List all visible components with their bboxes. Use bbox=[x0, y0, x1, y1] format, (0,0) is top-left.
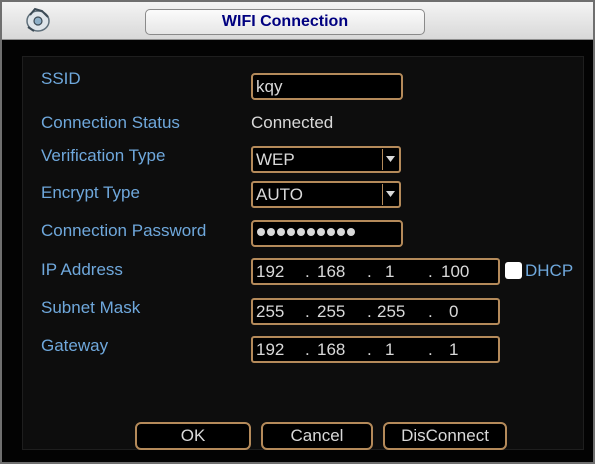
ssid-input[interactable]: kqy bbox=[251, 73, 403, 100]
subnet-octet-3[interactable]: 255 bbox=[377, 302, 405, 322]
password-dot bbox=[287, 228, 295, 236]
ip-dot: . bbox=[428, 340, 433, 359]
window-title: WIFI Connection bbox=[145, 9, 425, 35]
password-dot bbox=[267, 228, 275, 236]
ip-octet-1[interactable]: 192 bbox=[256, 262, 284, 282]
disconnect-button[interactable]: DisConnect bbox=[383, 422, 507, 450]
encrypt-type-label: Encrypt Type bbox=[41, 183, 140, 202]
ip-address-input[interactable]: 192 . 168 . 1 . 100 bbox=[251, 258, 500, 285]
password-dot bbox=[347, 228, 355, 236]
verification-type-label: Verification Type bbox=[41, 146, 166, 165]
ip-octet-3[interactable]: 1 bbox=[385, 262, 394, 282]
connection-status-value: Connected bbox=[251, 113, 334, 132]
ip-address-label: IP Address bbox=[41, 260, 123, 279]
password-dot bbox=[307, 228, 315, 236]
ssid-label: SSID bbox=[41, 69, 81, 88]
gateway-octet-4[interactable]: 1 bbox=[449, 340, 458, 360]
subnet-octet-2[interactable]: 255 bbox=[317, 302, 345, 322]
password-mask bbox=[257, 228, 355, 236]
dhcp-label: DHCP bbox=[525, 261, 574, 280]
wifi-connection-dialog: WIFI Connection SSID kqy Connection Stat… bbox=[0, 0, 595, 464]
subnet-octet-1[interactable]: 255 bbox=[256, 302, 284, 322]
password-dot bbox=[277, 228, 285, 236]
password-dot bbox=[257, 228, 265, 236]
gateway-octet-2[interactable]: 168 bbox=[317, 340, 345, 360]
gateway-octet-1[interactable]: 192 bbox=[256, 340, 284, 360]
encrypt-type-select[interactable]: AUTO bbox=[251, 181, 401, 208]
connection-status-label: Connection Status bbox=[41, 113, 180, 132]
title-bar: WIFI Connection bbox=[2, 2, 593, 40]
ip-dot: . bbox=[367, 262, 372, 281]
ip-dot: . bbox=[305, 302, 310, 321]
ip-octet-2[interactable]: 168 bbox=[317, 262, 345, 282]
ip-dot: . bbox=[367, 340, 372, 359]
gateway-input[interactable]: 192 . 168 . 1 . 1 bbox=[251, 336, 500, 363]
dhcp-checkbox[interactable] bbox=[505, 262, 522, 279]
password-dot bbox=[317, 228, 325, 236]
chevron-down-icon[interactable] bbox=[382, 184, 398, 205]
subnet-mask-input[interactable]: 255 . 255 . 255 . 0 bbox=[251, 298, 500, 325]
gateway-octet-3[interactable]: 1 bbox=[385, 340, 394, 360]
password-dot bbox=[297, 228, 305, 236]
encrypt-type-value: AUTO bbox=[256, 185, 303, 204]
password-dot bbox=[337, 228, 345, 236]
verification-type-value: WEP bbox=[256, 150, 295, 169]
chevron-down-icon[interactable] bbox=[382, 149, 398, 170]
subnet-mask-label: Subnet Mask bbox=[41, 298, 141, 317]
ip-dot: . bbox=[428, 262, 433, 281]
dvr-logo-icon bbox=[26, 7, 50, 32]
form-panel: SSID kqy Connection Status Connected Ver… bbox=[22, 56, 584, 450]
ip-octet-4[interactable]: 100 bbox=[441, 262, 469, 282]
ip-dot: . bbox=[305, 262, 310, 281]
ok-button[interactable]: OK bbox=[135, 422, 251, 450]
connection-password-label: Connection Password bbox=[41, 221, 207, 240]
gateway-label: Gateway bbox=[41, 336, 109, 355]
password-dot bbox=[327, 228, 335, 236]
cancel-button[interactable]: Cancel bbox=[261, 422, 373, 450]
ip-dot: . bbox=[367, 302, 372, 321]
password-input[interactable] bbox=[251, 220, 403, 247]
ip-dot: . bbox=[428, 302, 433, 321]
verification-type-select[interactable]: WEP bbox=[251, 146, 401, 173]
ip-dot: . bbox=[305, 340, 310, 359]
subnet-octet-4[interactable]: 0 bbox=[449, 302, 458, 322]
